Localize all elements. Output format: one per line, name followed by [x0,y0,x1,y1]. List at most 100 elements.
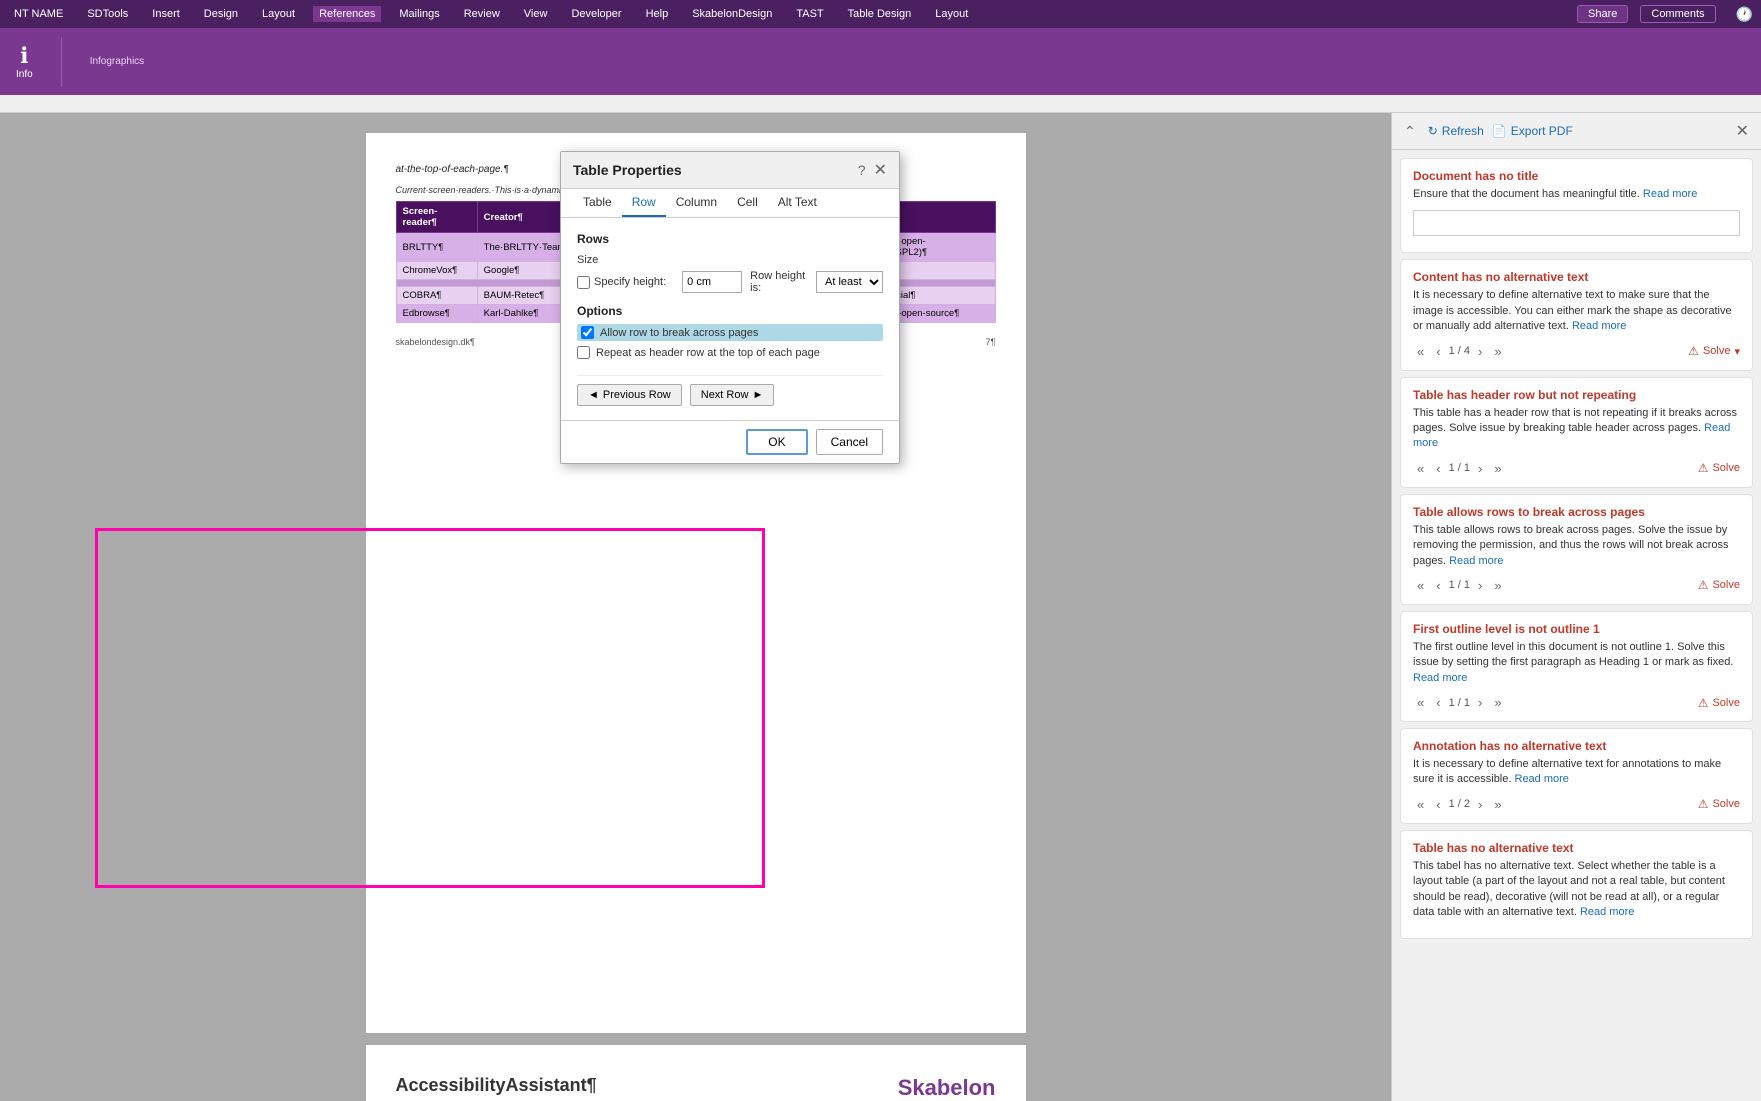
comments-button[interactable]: Comments [1640,5,1715,23]
nav-next-last-5[interactable]: » [1490,796,1505,813]
panel-close-button[interactable]: ✕ [1736,121,1749,141]
export-pdf-button[interactable]: 📄 Export PDF [1492,124,1573,138]
nav-next-2[interactable]: › [1474,460,1486,477]
tab-cell[interactable]: Cell [727,189,768,217]
solve-icon-3: ⚠ [1698,578,1709,592]
row-height-select[interactable]: At least Exactly [816,271,883,293]
nav-count-3: 1 / 1 [1449,579,1470,591]
document-title-input[interactable] [1413,210,1740,236]
nav-next-last-1[interactable]: » [1490,343,1505,360]
solve-button-1[interactable]: ⚠ Solve ▾ [1688,344,1740,358]
cell: ChromeVox¶ [396,262,477,280]
nav-next-last-3[interactable]: » [1490,577,1505,594]
dialog-close-button[interactable]: ✕ [874,160,887,180]
height-field-row: Specify height: 0 cm Row height is: At l… [577,270,883,294]
solve-icon-2: ⚠ [1698,461,1709,475]
nav-prev-first-2[interactable]: « [1413,460,1428,477]
tab-review[interactable]: Review [458,6,506,22]
panel-collapse-icon[interactable]: ⌃ [1404,123,1416,140]
ok-button[interactable]: OK [746,429,807,455]
dialog-title-bar: Table Properties ? ✕ [561,152,899,189]
nav-next-1[interactable]: › [1474,343,1486,360]
right-panel: ⌃ ↻ Refresh 📄 Export PDF ✕ Document has … [1391,113,1761,1101]
solve-button-2[interactable]: ⚠ Solve [1698,461,1740,475]
nav-controls-5: « ‹ 1 / 2 › » [1413,796,1506,813]
next-row-button[interactable]: Next Row ► [690,384,775,406]
tab-insert[interactable]: Insert [146,6,186,22]
nav-prev-2[interactable]: ‹ [1432,460,1444,477]
cancel-button[interactable]: Cancel [816,429,883,455]
share-button[interactable]: Share [1577,5,1628,23]
issue-title-no-repeat: Table has header row but not repeating [1413,388,1740,402]
issue-title-rows-break: Table allows rows to break across pages [1413,505,1740,519]
tab-view[interactable]: View [518,6,554,22]
read-more-link-1[interactable]: Read more [1572,320,1626,332]
nav-next-last-2[interactable]: » [1490,460,1505,477]
size-label: Size [577,254,883,266]
height-value-input[interactable]: 0 cm [682,271,742,293]
tab-table[interactable]: Table [573,189,622,217]
repeat-header-label: Repeat as header row at the top of each … [596,347,820,359]
nav-prev-first-1[interactable]: « [1413,343,1428,360]
tab-sdtools[interactable]: SDTools [81,6,134,22]
page2-subtitle: SkabelonDesign [898,1075,996,1101]
issue-body-text-4: The first outline level in this document… [1413,641,1733,668]
page2-title: AccessibilityAssistant¶ [396,1075,597,1096]
right-panel-content: Document has no title Ensure that the do… [1392,150,1761,1101]
read-more-link-4[interactable]: Read more [1413,672,1467,684]
read-more-link-6[interactable]: Read more [1580,906,1634,918]
issue-card-table-no-alt: Table has no alternative text This tabel… [1400,830,1753,940]
issue-footer-2: « ‹ 1 / 1 › » ⚠ Solve [1413,460,1740,477]
tab-help[interactable]: Help [640,6,675,22]
issue-card-no-title: Document has no title Ensure that the do… [1400,158,1753,253]
nav-prev-5[interactable]: ‹ [1432,796,1444,813]
issue-body-rows-break: This table allows rows to break across p… [1413,523,1740,569]
nav-prev-3[interactable]: ‹ [1432,577,1444,594]
repeat-header-checkbox[interactable] [577,346,590,359]
nav-next-last-4[interactable]: » [1490,694,1505,711]
nav-prev-first-5[interactable]: « [1413,796,1428,813]
next-arrow-icon: ► [752,389,763,401]
specify-height-checkbox[interactable] [577,276,590,289]
tab-tast[interactable]: TAST [790,6,829,22]
solve-icon-4: ⚠ [1698,696,1709,710]
info-ribbon-item[interactable]: ℹ Info [16,43,33,80]
nav-count-1: 1 / 4 [1449,345,1470,357]
solve-button-3[interactable]: ⚠ Solve [1698,578,1740,592]
tab-developer[interactable]: Developer [565,6,627,22]
ribbon: NT NAME SDTools Insert Design Layout Ref… [0,0,1761,95]
nav-next-3[interactable]: › [1474,577,1486,594]
nav-next-5[interactable]: › [1474,796,1486,813]
refresh-button[interactable]: ↻ Refresh [1428,124,1484,138]
tab-layout[interactable]: Layout [256,6,301,22]
read-more-link-5[interactable]: Read more [1515,773,1569,785]
issue-body-table-no-alt: This tabel has no alternative text. Sele… [1413,859,1740,921]
table-properties-dialog[interactable]: Table Properties ? ✕ Table Row Column Ce… [560,151,900,464]
solve-button-5[interactable]: ⚠ Solve [1698,797,1740,811]
tab-references[interactable]: References [313,6,381,22]
tab-design[interactable]: Design [198,6,244,22]
nav-prev-1[interactable]: ‹ [1432,343,1444,360]
tab-layout2[interactable]: Layout [929,6,974,22]
allow-break-checkbox[interactable] [581,326,594,339]
read-more-link-3[interactable]: Read more [1449,555,1503,567]
tab-column[interactable]: Column [666,189,727,217]
tab-alt-text[interactable]: Alt Text [768,189,827,217]
nav-next-4[interactable]: › [1474,694,1486,711]
solve-button-4[interactable]: ⚠ Solve [1698,696,1740,710]
tab-skabelondesign[interactable]: SkabelonDesign [686,6,778,22]
issue-body-text: Ensure that the document has meaningful … [1413,188,1640,200]
tab-table-design[interactable]: Table Design [842,6,918,22]
issue-title-outline: First outline level is not outline 1 [1413,622,1740,636]
export-label: Export PDF [1511,124,1573,138]
tab-mailings[interactable]: Mailings [393,6,445,22]
nav-prev-first-4[interactable]: « [1413,694,1428,711]
previous-row-button[interactable]: ◄ Previous Row [577,384,682,406]
dialog-help-button[interactable]: ? [858,162,866,178]
nav-controls-1: « ‹ 1 / 4 › » [1413,343,1506,360]
nav-prev-first-3[interactable]: « [1413,577,1428,594]
read-more-link-0[interactable]: Read more [1643,188,1697,200]
clock-icon[interactable]: 🕐 [1736,6,1753,23]
nav-prev-4[interactable]: ‹ [1432,694,1444,711]
tab-row[interactable]: Row [622,189,666,217]
